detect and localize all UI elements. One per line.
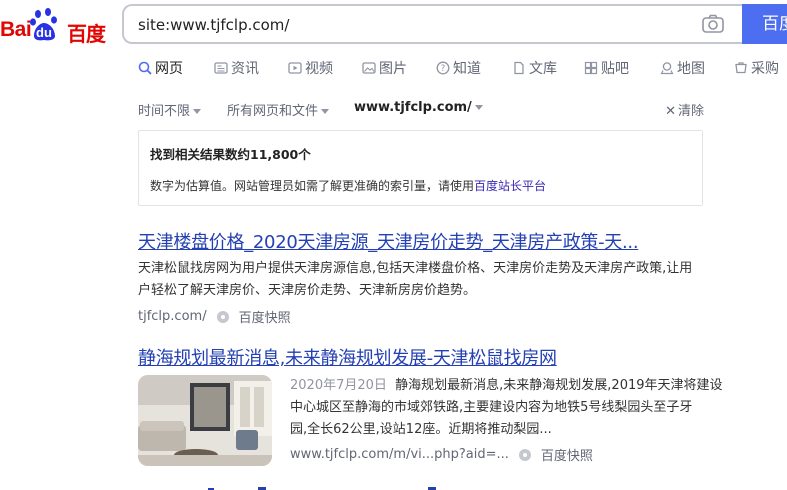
site-filter-label: www.tjfclp.com/ (354, 100, 472, 115)
filetype-filter[interactable]: 所有网页和文件 (227, 100, 330, 119)
living-room-image (138, 375, 272, 466)
tab-label: 资讯 (231, 61, 259, 77)
search-button[interactable]: 百度一下 (742, 4, 787, 74)
search-box (122, 4, 742, 44)
close-icon: ✕ (665, 104, 676, 119)
result-url[interactable]: www.tjfclp.com/m/vi...php?aid=... (290, 447, 509, 462)
clear-label: 清除 (677, 104, 704, 119)
result-abstract-line: 中心城区至静海的市域郊铁路,主要建设内容为地铁5号线梨园头至子牙 (290, 400, 693, 415)
question-icon: ? (436, 61, 450, 75)
search-icon (138, 61, 152, 75)
svg-text:?: ? (441, 64, 446, 74)
tieba-icon (584, 61, 598, 75)
estimate-note: 数字为估算值。网站管理员如需了解更准确的索引量，请使用百度站长平台 (150, 177, 546, 194)
result-abstract-line: 户轻松了解天津房价、天津房价走势、天津新房房价趋势。 (138, 283, 477, 298)
search-result: 静海规划最新消息,未来静海规划发展-天津松鼠找房网 (138, 344, 557, 370)
search-input[interactable] (136, 6, 680, 44)
video-icon (288, 62, 302, 74)
time-filter-label: 时间不限 (138, 104, 191, 119)
tab-tieba[interactable]: 贴吧 (584, 58, 629, 78)
time-filter[interactable]: 时间不限 (138, 100, 202, 119)
baidu-logo[interactable]: Bai du 百度 (0, 8, 110, 46)
document-icon (514, 61, 524, 75)
filetype-filter-label: 所有网页和文件 (227, 104, 319, 119)
tab-purchase[interactable]: 采购 (734, 58, 779, 78)
snapshot-link[interactable]: 百度快照 (239, 307, 291, 326)
tab-label: 贴吧 (601, 61, 629, 77)
tab-label: 图片 (379, 61, 407, 77)
search-filters: 时间不限 所有网页和文件 www.tjfclp.com/ ✕ 清除 (138, 100, 708, 119)
chevron-down-icon (474, 105, 483, 110)
news-icon (214, 62, 228, 74)
logo-bai-text: Bai (0, 18, 32, 41)
result-title-link[interactable]: 天津楼盘价格_2020天津房源_天津房价走势_天津房产政策-天... (138, 228, 738, 254)
info-dot-icon (216, 310, 229, 323)
logo-cn-text: 百度 (67, 22, 106, 46)
result-abstract-line: 园,全长62公里,设站12座。近期将推动梨园... (290, 422, 552, 437)
result-meta: tjfclp.com/ 百度快照 (138, 307, 738, 326)
tab-video[interactable]: 视频 (288, 58, 333, 78)
tab-news[interactable]: 资讯 (214, 58, 259, 78)
tab-label: 采购 (751, 61, 779, 77)
estimate-note-text: 数字为估算值。网站管理员如需了解更准确的索引量，请使用 (150, 179, 475, 193)
tab-label: 文库 (529, 61, 557, 77)
site-filter[interactable]: www.tjfclp.com/ (354, 100, 483, 115)
next-result-title-fragment (208, 487, 436, 490)
result-abstract: 2020年7月20日 静海规划最新消息,未来静海规划发展,2019年天津将建设 … (290, 375, 730, 441)
cart-icon (735, 62, 747, 74)
map-icon (660, 62, 674, 75)
tab-images[interactable]: 图片 (362, 58, 407, 78)
result-abstract-text: 静海规划最新消息,未来静海规划发展,2019年天津将建设 (395, 378, 723, 393)
result-date: 2020年7月20日 (290, 378, 387, 393)
search-result: 天津楼盘价格_2020天津房源_天津房价走势_天津房产政策-天... 天津松鼠找… (138, 228, 738, 326)
result-title-link[interactable]: 静海规划最新消息,未来静海规划发展-天津松鼠找房网 (138, 344, 557, 370)
tab-label: 知道 (453, 61, 481, 77)
image-icon (362, 62, 376, 74)
result-url[interactable]: tjfclp.com/ (138, 309, 207, 324)
webmaster-platform-link[interactable]: 百度站长平台 (474, 179, 546, 193)
clear-filters-button[interactable]: ✕ 清除 (665, 100, 704, 119)
tab-map[interactable]: 地图 (660, 58, 705, 78)
snapshot-link[interactable]: 百度快照 (541, 445, 593, 464)
result-meta: www.tjfclp.com/m/vi...php?aid=... 百度快照 (290, 445, 593, 464)
info-dot-icon (518, 448, 531, 461)
result-abstract: 天津松鼠找房网为用户提供天津房源信息,包括天津楼盘价格、天津房价走势及天津房产政… (138, 258, 738, 302)
logo-du-text: du (36, 25, 52, 40)
tab-zhidao[interactable]: ? 知道 (436, 58, 481, 78)
result-abstract-line: 2020年7月20日 静海规划最新消息,未来静海规划发展,2019年天津将建设 (290, 375, 730, 397)
chevron-down-icon (321, 109, 330, 114)
tab-label: 网页 (155, 61, 183, 77)
camera-icon[interactable] (702, 14, 724, 34)
tab-label: 地图 (677, 61, 705, 77)
tab-label: 视频 (305, 61, 333, 77)
result-count-box: 找到相关结果数约11,800个 数字为估算值。网站管理员如需了解更准确的索引量，… (138, 130, 703, 206)
result-count: 找到相关结果数约11,800个 (150, 147, 311, 162)
tab-wenku[interactable]: 文库 (512, 58, 557, 78)
result-thumbnail[interactable] (138, 375, 272, 466)
chevron-down-icon (193, 109, 202, 114)
result-abstract-line: 天津松鼠找房网为用户提供天津房源信息,包括天津楼盘价格、天津房价走势及天津房产政… (138, 261, 693, 276)
tab-web[interactable]: 网页 (138, 58, 183, 78)
